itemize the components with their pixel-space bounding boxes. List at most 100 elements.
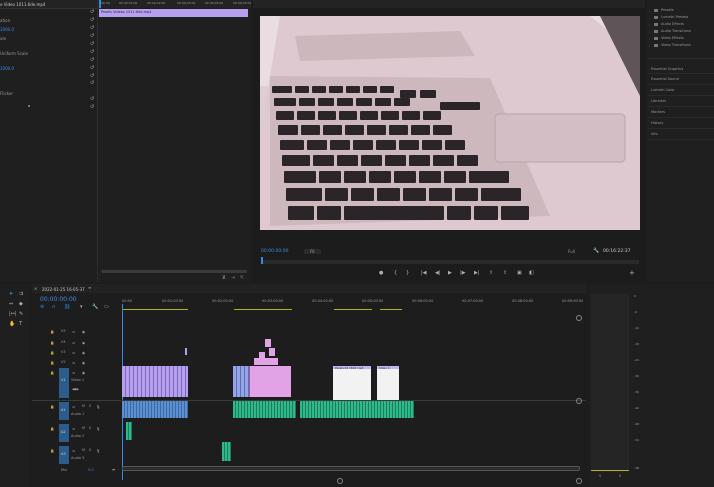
snap-icon[interactable]: ∩ xyxy=(52,304,56,310)
track-header-a1[interactable]: 🔒 A1 ▭ M S 🎙 Audio 1 xyxy=(50,402,120,420)
track-header-v4[interactable]: 🔒 V4 ▭ ◉ xyxy=(50,339,120,347)
quality-dropdown[interactable]: Full xyxy=(568,249,575,254)
panel-tab-history[interactable]: History xyxy=(651,121,663,126)
horizontal-scrollbar[interactable] xyxy=(122,466,580,471)
mix-value[interactable]: 0.0 xyxy=(88,468,94,473)
solo-button[interactable]: S xyxy=(89,448,91,453)
audio-clip[interactable] xyxy=(222,442,231,461)
video-clip[interactable] xyxy=(254,358,270,365)
reset-icon[interactable]: ↺ xyxy=(90,80,94,86)
work-area-bar[interactable] xyxy=(234,309,292,310)
audio-clip[interactable] xyxy=(233,401,296,418)
reset-icon[interactable]: ↺ xyxy=(90,41,94,47)
mute-button[interactable]: M xyxy=(82,448,85,453)
audio-clip[interactable] xyxy=(122,401,188,418)
sync-lock-icon[interactable]: ▭ xyxy=(72,370,75,376)
panel-tab-info[interactable]: Info xyxy=(651,132,658,137)
effects-tree-item[interactable]: › Video Effects xyxy=(649,36,713,42)
mini-scrollbar[interactable] xyxy=(101,270,247,273)
effects-tree-item[interactable]: › Video Transitions xyxy=(649,43,713,49)
sync-lock-icon[interactable]: ▭ xyxy=(72,360,75,366)
video-clip-v1[interactable] xyxy=(233,366,249,397)
reset-icon[interactable]: ↺ xyxy=(90,9,94,15)
lock-icon[interactable]: 🔒 xyxy=(50,329,54,335)
comparison-view-icon[interactable]: ◧ xyxy=(529,270,534,276)
reset-icon[interactable]: ↺ xyxy=(90,73,94,79)
track-header-a2[interactable]: 🔒 A2 ▭ M S 🎙 Audio 2 xyxy=(50,424,120,442)
keyframe-marker[interactable] xyxy=(28,105,30,107)
timeline-ruler[interactable]: 00:00 00:01:00:00 00:02:00:00 00:03:00:0… xyxy=(122,297,583,311)
reset-icon[interactable]: ↺ xyxy=(90,33,94,39)
track-select-icon[interactable]: ⇉ xyxy=(19,291,23,297)
go-to-in-icon[interactable]: |◀ xyxy=(421,270,427,276)
lock-icon[interactable]: 🔒 xyxy=(50,426,54,432)
track-header-v1[interactable]: 🔒 V1 ▭ ◉ Video 1 ◀◆▶ xyxy=(50,368,120,398)
reset-icon[interactable]: ↺ xyxy=(90,25,94,31)
solo-channel-button[interactable]: S xyxy=(599,474,601,479)
solo-channel-button[interactable]: S xyxy=(619,474,621,479)
lock-icon[interactable]: 🔒 xyxy=(50,370,54,376)
sync-lock-icon[interactable]: ▭ xyxy=(72,404,75,410)
pen-tool-icon[interactable]: ✎ xyxy=(19,311,23,317)
razor-tool-icon[interactable]: ◆ xyxy=(19,301,23,307)
work-area-bar[interactable] xyxy=(122,309,188,310)
title-clip[interactable]: Video 1 xyxy=(377,366,399,400)
mini-clip-bar[interactable]: Pexels Videos 1011.6de.mp4 xyxy=(99,9,248,17)
reset-icon[interactable]: ↺ xyxy=(90,96,94,102)
selection-tool-icon[interactable]: ➤ xyxy=(9,291,13,297)
microphone-icon[interactable]: 🎙 xyxy=(96,404,100,410)
export-icon[interactable]: ⇱ xyxy=(240,275,244,281)
reset-icon[interactable]: ↺ xyxy=(90,57,94,63)
export-frame-icon[interactable]: ▣ xyxy=(517,270,522,276)
eye-icon[interactable]: ◉ xyxy=(82,329,85,335)
video-clip[interactable] xyxy=(265,339,271,347)
solo-button[interactable]: S xyxy=(89,404,91,409)
lock-icon[interactable]: 🔒 xyxy=(50,350,54,356)
mini-playhead[interactable] xyxy=(99,0,101,8)
microphone-icon[interactable]: 🎙 xyxy=(96,448,100,454)
monitor-playhead[interactable] xyxy=(261,257,263,264)
keyframe-nav-icon[interactable]: ◀◆▶ xyxy=(72,386,79,392)
ripple-edit-icon[interactable]: ⇔ xyxy=(9,301,13,307)
go-to-start-icon[interactable]: ⏮ xyxy=(112,467,115,473)
add-button-icon[interactable]: + xyxy=(629,270,635,277)
lift-icon[interactable]: ⇧ xyxy=(489,270,493,276)
horizontal-scroll-handle[interactable] xyxy=(337,478,343,484)
panel-tab-lumetri-color[interactable]: Lumetri Color xyxy=(651,88,675,93)
reset-icon[interactable]: ↺ xyxy=(90,104,94,110)
divider-handle[interactable] xyxy=(576,398,582,404)
lock-icon[interactable]: 🔒 xyxy=(50,404,54,410)
video-clip[interactable] xyxy=(269,348,275,356)
lock-icon[interactable]: 🔒 xyxy=(50,340,54,346)
lock-icon[interactable]: 🔒 xyxy=(50,448,54,454)
video-clip[interactable] xyxy=(270,358,278,365)
slip-tool-icon[interactable]: |↔| xyxy=(9,311,17,317)
effects-tree-item[interactable]: › Presets xyxy=(649,8,713,14)
property-value[interactable]: 1000.0 xyxy=(0,27,14,32)
timeline-tab[interactable] xyxy=(32,284,586,293)
go-to-out-icon[interactable]: ▶| xyxy=(474,270,480,276)
panel-tab-essential-sound[interactable]: Essential Sound xyxy=(651,77,679,82)
mute-button[interactable]: M xyxy=(82,404,85,409)
close-icon[interactable]: × xyxy=(34,286,37,292)
sync-lock-icon[interactable]: ▭ xyxy=(72,448,75,454)
sync-lock-icon[interactable]: ▭ xyxy=(72,329,75,335)
reset-icon[interactable]: ↺ xyxy=(90,65,94,71)
mark-in-icon[interactable]: { xyxy=(394,270,397,276)
eye-icon[interactable]: ◉ xyxy=(82,370,85,376)
panel-tab-markers[interactable]: Markers xyxy=(651,110,665,115)
wrench-icon[interactable]: 🔧 xyxy=(92,304,98,310)
nest-toggle-icon[interactable]: ⊚ xyxy=(40,304,44,310)
hand-tool-icon[interactable]: ✋ xyxy=(9,321,15,327)
play-only-icon[interactable]: ⇥ xyxy=(231,275,235,281)
captions-icon[interactable]: ▭ xyxy=(104,304,109,310)
sync-lock-icon[interactable]: ▭ xyxy=(72,340,75,346)
eye-icon[interactable]: ◉ xyxy=(82,360,85,366)
video-clip[interactable] xyxy=(185,348,187,355)
video-frame[interactable] xyxy=(260,16,640,230)
work-area-bar[interactable] xyxy=(334,309,372,310)
program-timecode[interactable]: 00:00:00:00 xyxy=(261,249,288,254)
effects-tree-item[interactable]: › Audio Transitions xyxy=(649,29,713,35)
track-header-v3[interactable]: 🔒 V3 ▭ ◉ xyxy=(50,349,120,357)
source-patch-v1[interactable] xyxy=(59,368,69,398)
